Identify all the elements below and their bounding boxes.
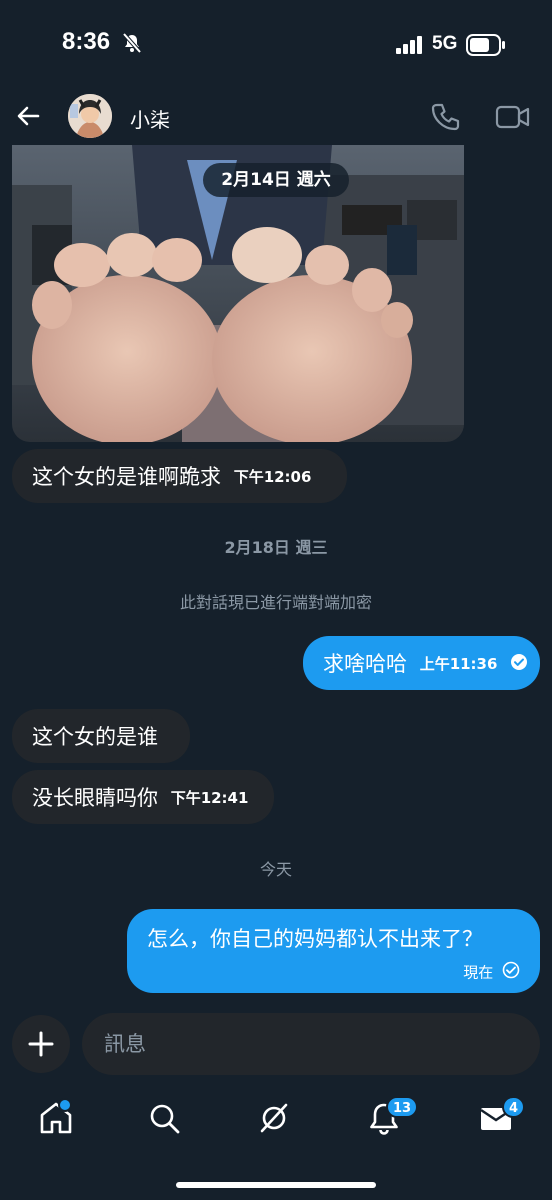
bell-off-icon	[121, 32, 143, 57]
search-icon	[150, 1104, 180, 1134]
grok-icon	[260, 1103, 288, 1133]
date-chip: 2月14日 週六	[203, 163, 349, 197]
phone-icon	[431, 103, 460, 131]
plus-icon	[28, 1031, 54, 1057]
message-time: 上午11:36	[419, 655, 498, 673]
nav-grok[interactable]	[254, 1098, 294, 1138]
nav-search[interactable]	[144, 1098, 184, 1138]
nav-notifications[interactable]: 13	[364, 1096, 419, 1138]
conversation-header: 小柒	[0, 92, 552, 144]
video-call-button[interactable]	[494, 100, 532, 134]
bottom-navigation: 13 4	[0, 1090, 552, 1150]
notifications-badge: 13	[386, 1096, 419, 1118]
phone-call-button[interactable]	[428, 100, 462, 134]
network-type: 5G	[432, 33, 458, 54]
read-check-icon	[510, 637, 528, 691]
back-arrow-icon	[17, 106, 40, 126]
nav-messages[interactable]: 4	[476, 1096, 526, 1138]
date-separator: 今天	[259, 860, 292, 879]
signal-icon	[396, 36, 424, 58]
encryption-notice: 此對話現已進行端對端加密	[179, 593, 372, 612]
message-input[interactable]	[82, 1013, 540, 1075]
message-text: 怎么，你自己的妈妈都认不出来了？	[147, 927, 483, 951]
incoming-message[interactable]: 这个女的是谁	[12, 709, 190, 763]
message-text: 这个女的是谁	[32, 725, 158, 749]
message-time: 現在	[463, 963, 494, 982]
sent-check-icon	[502, 961, 520, 983]
video-icon	[495, 105, 530, 129]
status-bar: 8:36 5G	[0, 0, 552, 92]
incoming-message[interactable]: 没长眼睛吗你 下午12:41	[12, 770, 274, 824]
home-unread-dot	[58, 1098, 72, 1112]
message-time: 下午12:41	[170, 789, 249, 807]
nav-home[interactable]	[36, 1098, 76, 1138]
contact-name[interactable]: 小柒	[130, 104, 170, 133]
dm-conversation-screen: 8:36 5G 小柒 2月14日 週六 这个女的是谁啊跪求 下午12:06 2月…	[0, 0, 552, 1200]
battery-icon	[466, 34, 506, 60]
status-time: 8:36	[62, 28, 111, 55]
back-button[interactable]	[12, 100, 44, 132]
message-time: 下午12:06	[233, 468, 312, 486]
add-attachment-button[interactable]	[12, 1015, 70, 1073]
message-text: 求啥哈哈	[323, 652, 407, 676]
incoming-message[interactable]: 这个女的是谁啊跪求 下午12:06	[12, 449, 347, 503]
message-text: 没长眼睛吗你	[32, 786, 158, 810]
outgoing-message[interactable]: 怎么，你自己的妈妈都认不出来了？ 現在	[127, 909, 540, 993]
date-separator: 2月18日 週三	[224, 538, 328, 557]
contact-avatar[interactable]	[68, 94, 112, 138]
home-indicator	[176, 1182, 376, 1188]
outgoing-message[interactable]: 求啥哈哈 上午11:36	[303, 636, 540, 690]
messages-badge: 4	[502, 1096, 526, 1118]
message-text: 这个女的是谁啊跪求	[32, 465, 221, 489]
